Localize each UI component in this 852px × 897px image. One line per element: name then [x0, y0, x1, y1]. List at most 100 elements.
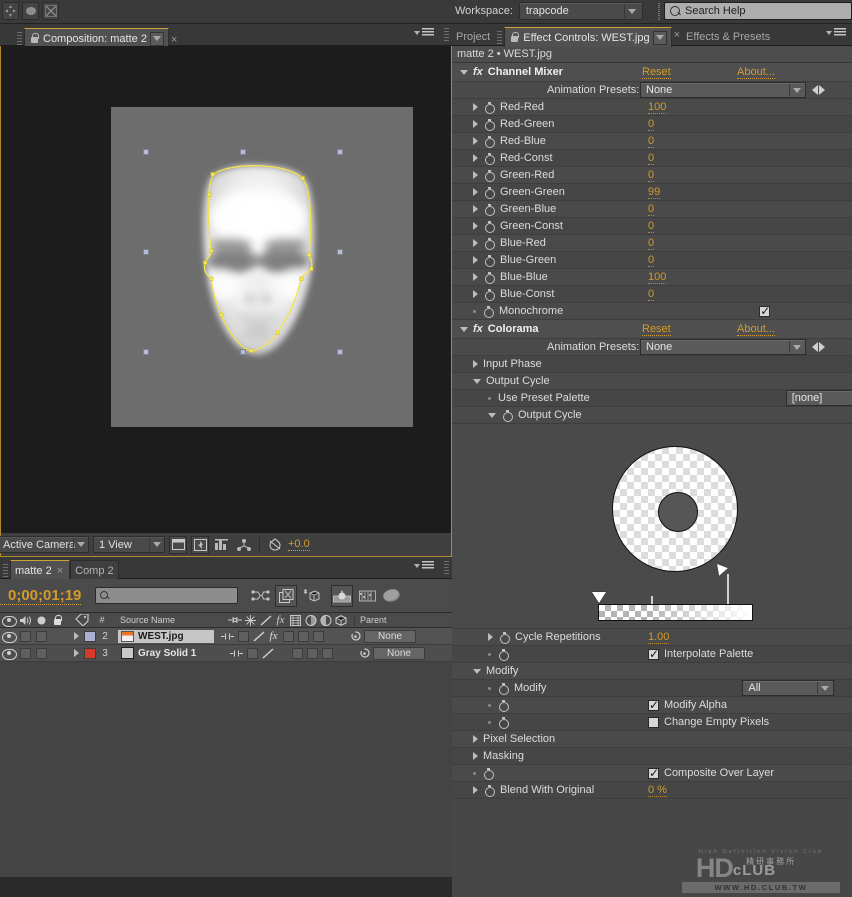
stopwatch-icon[interactable] [483, 767, 494, 780]
preset-nav-arrows[interactable] [812, 85, 825, 95]
chevron-right-icon[interactable] [473, 137, 478, 145]
use-preset-palette-dropdown[interactable]: [none] [785, 390, 852, 406]
composition-viewer[interactable] [0, 46, 452, 533]
camera-view-dropdown[interactable]: Active Camera [0, 536, 89, 553]
param-row-red-blue[interactable]: Red-Blue 0 [452, 133, 852, 150]
interpolate-palette-control[interactable]: Interpolate Palette [648, 647, 753, 661]
param-row-use-preset-palette[interactable]: Use Preset Palette [none] [452, 390, 852, 407]
3d-view-icon[interactable] [235, 536, 253, 554]
reset-link[interactable]: Reset [642, 323, 671, 336]
transform-handle[interactable] [143, 249, 149, 255]
stopwatch-icon[interactable] [498, 716, 509, 729]
timeline-panel-menu-button[interactable] [414, 561, 434, 570]
selection-tool-icon[interactable] [2, 2, 19, 20]
param-value[interactable]: 0 [648, 135, 655, 148]
param-row-blue-red[interactable]: Blue-Red 0 [452, 235, 852, 252]
layer-anchor-switch[interactable] [228, 645, 245, 662]
chevron-down-icon[interactable] [460, 326, 468, 332]
panel-grip-right[interactable] [444, 561, 449, 575]
output-cycle-editor[interactable] [452, 424, 852, 629]
tab-composition-matte2[interactable]: Composition: matte 2 [24, 28, 169, 48]
chevron-down-icon[interactable] [817, 682, 832, 694]
chevron-right-icon[interactable] [473, 786, 478, 794]
layer-motionblur-switch[interactable] [296, 628, 311, 645]
composite-over-layer-control[interactable]: Composite Over Layer [648, 766, 774, 780]
about-link[interactable]: About... [737, 323, 775, 336]
transform-handle[interactable] [240, 349, 246, 355]
chevron-down-icon[interactable] [149, 538, 163, 551]
composition-panel-menu-button[interactable] [414, 28, 434, 37]
chevron-down-icon[interactable] [789, 84, 804, 96]
chevron-right-icon[interactable] [473, 103, 478, 111]
layer-audio-toggle[interactable] [17, 645, 34, 662]
param-value[interactable]: 0 [648, 118, 655, 131]
layer-3d-switch[interactable] [326, 628, 341, 645]
layer-solo-toggle[interactable] [34, 628, 49, 645]
layer-anchor-switch[interactable] [219, 628, 236, 645]
chevron-down-icon[interactable] [73, 538, 87, 551]
param-row-green-const[interactable]: Green-Const 0 [452, 218, 852, 235]
exposure-icon[interactable] [266, 536, 284, 554]
param-value[interactable]: 1.00 [648, 631, 670, 644]
layer-adjustment-switch[interactable] [320, 645, 335, 662]
layer-audio-toggle[interactable] [17, 628, 34, 645]
param-row-output-cycle[interactable]: Output Cycle [452, 407, 852, 424]
layer-label-color[interactable] [82, 628, 97, 645]
next-preset-icon[interactable] [819, 342, 825, 352]
close-icon[interactable]: × [55, 565, 65, 577]
transform-handle[interactable] [337, 149, 343, 155]
stopwatch-icon[interactable] [484, 169, 495, 182]
stopwatch-icon[interactable] [483, 305, 494, 318]
chevron-right-icon[interactable] [473, 154, 478, 162]
layer-visibility-toggle[interactable] [0, 628, 17, 645]
layer-solo-toggle[interactable] [34, 645, 49, 662]
chevron-right-icon[interactable] [473, 273, 478, 281]
group-row-pixel-selection[interactable]: Pixel Selection [452, 731, 852, 748]
tab-effect-controls[interactable]: Effect Controls: WEST.jpg [504, 27, 672, 47]
chevron-right-icon[interactable] [473, 256, 478, 264]
current-timecode[interactable]: 0;00;01;19 [0, 587, 82, 605]
group-row-modify[interactable]: Modify [452, 663, 852, 680]
layer-source-name-cell[interactable]: WEST.jpg [118, 629, 214, 643]
workspace-dropdown[interactable]: trapcode [518, 2, 643, 20]
exposure-value[interactable]: +0.0 [288, 538, 310, 551]
layer-effects-switch[interactable] [236, 628, 251, 645]
composite-over-layer-checkbox[interactable] [648, 766, 659, 780]
chevron-right-icon[interactable] [473, 188, 478, 196]
layer-effects-switch[interactable] [245, 645, 260, 662]
group-row-masking[interactable]: Masking [452, 748, 852, 765]
layer-parent-dropdown[interactable]: None [364, 629, 416, 643]
tab-project[interactable]: Project [452, 27, 494, 47]
chevron-down-icon[interactable] [623, 5, 640, 18]
effect-controls-panel-menu-button[interactable] [826, 28, 846, 37]
layer-frameblend-switch[interactable] [281, 628, 296, 645]
panel-grip-right[interactable] [444, 28, 449, 42]
stopwatch-icon[interactable] [498, 682, 509, 695]
chevron-right-icon[interactable] [473, 120, 478, 128]
change-empty-pixels-checkbox[interactable] [648, 716, 659, 728]
modify-alpha-checkbox[interactable] [648, 698, 659, 712]
output-cycle-gradient-bar[interactable] [598, 604, 753, 621]
transparency-grid-icon[interactable] [191, 535, 209, 554]
layer-lock-toggle[interactable] [49, 645, 66, 662]
group-row-input-phase[interactable]: Input Phase [452, 356, 852, 373]
param-row-composite-over-layer[interactable]: Composite Over Layer [452, 765, 852, 782]
stopwatch-icon[interactable] [498, 648, 509, 661]
index-column-header[interactable]: # [93, 612, 111, 629]
layer-quality-switch[interactable] [251, 628, 266, 645]
previous-preset-icon[interactable] [812, 85, 818, 95]
chevron-down-icon[interactable] [488, 412, 496, 418]
stopwatch-icon[interactable] [484, 237, 495, 250]
chevron-down-icon[interactable] [473, 668, 481, 674]
layer-source-name-cell[interactable]: Gray Solid 1 [118, 647, 223, 660]
group-row-output-cycle[interactable]: Output Cycle [452, 373, 852, 390]
param-row-green-blue[interactable]: Green-Blue 0 [452, 201, 852, 218]
stopwatch-icon[interactable] [484, 220, 495, 233]
chevron-right-icon[interactable] [473, 290, 478, 298]
tab-timeline-matte2[interactable]: matte 2 × [10, 560, 71, 580]
motion-blur-3d-icon[interactable] [300, 585, 322, 607]
panel-grip[interactable] [17, 32, 22, 46]
panel-grip[interactable] [497, 31, 503, 45]
param-value[interactable]: 0 [648, 220, 655, 233]
chevron-down-icon[interactable] [473, 378, 481, 384]
